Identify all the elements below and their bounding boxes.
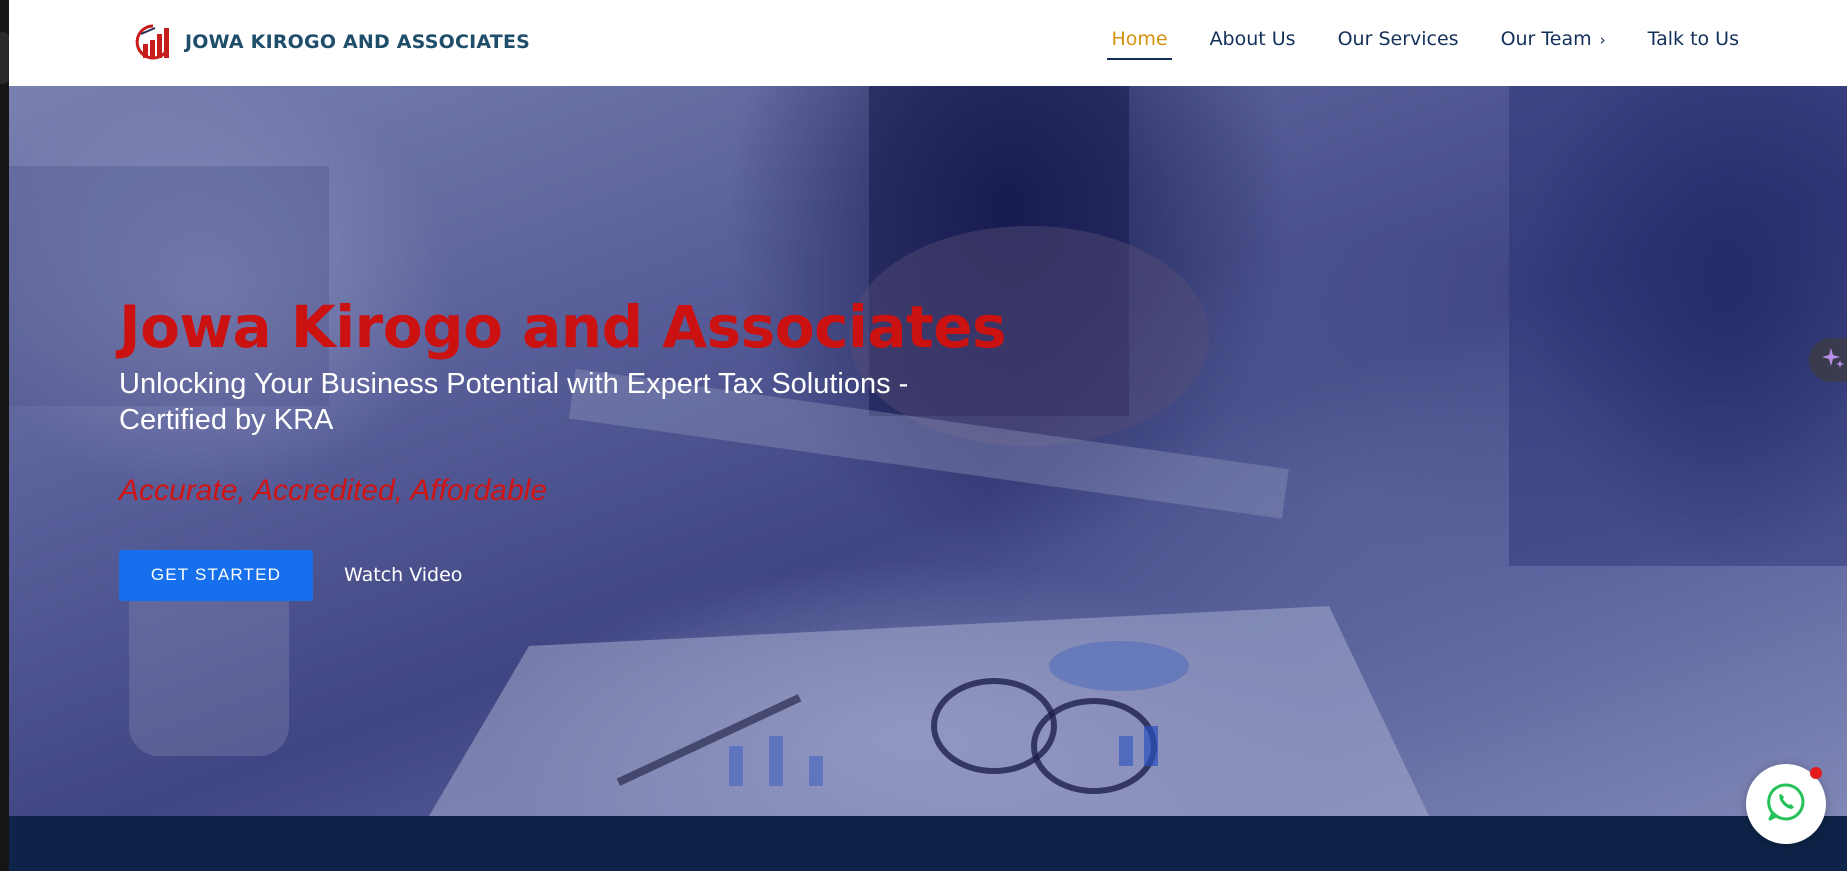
site-header: JOWA KIROGO AND ASSOCIATES Home About Us…	[9, 0, 1847, 86]
hero-subtitle: Unlocking Your Business Potential with E…	[119, 367, 909, 436]
side-assistant-tab[interactable]	[1809, 338, 1847, 382]
nav-our-services-label: Our Services	[1337, 28, 1459, 50]
watch-video-link[interactable]: Watch Video	[344, 564, 462, 586]
main-nav: Home About Us Our Services Our Team › Tal…	[1069, 28, 1739, 60]
chevron-right-icon: ›	[1599, 31, 1606, 49]
window-edge	[0, 0, 9, 871]
nav-about-us-label: About Us	[1209, 28, 1296, 50]
bar-chart-logo-icon	[133, 20, 173, 64]
sparkle-icon	[1821, 346, 1845, 375]
whatsapp-icon	[1765, 781, 1807, 828]
hero-actions: GET STARTED Watch Video	[119, 549, 1019, 601]
brand-logo-link[interactable]: JOWA KIROGO AND ASSOCIATES	[133, 20, 530, 64]
nav-talk-to-us-label: Talk to Us	[1647, 28, 1739, 50]
nav-our-services[interactable]: Our Services	[1338, 28, 1459, 60]
hero-tagline: Accurate, Accredited, Affordable	[119, 473, 547, 507]
web-page: JOWA KIROGO AND ASSOCIATES Home About Us…	[9, 0, 1847, 871]
nav-home-label: Home	[1111, 28, 1168, 50]
nav-home[interactable]: Home	[1107, 28, 1172, 60]
whatsapp-chat-button[interactable]	[1746, 764, 1826, 844]
notification-dot	[1810, 767, 1822, 779]
hero-content: Jowa Kirogo and Associates Unlocking You…	[119, 293, 1019, 601]
nav-talk-to-us[interactable]: Talk to Us	[1648, 28, 1739, 60]
nav-about-us[interactable]: About Us	[1210, 28, 1296, 60]
nav-our-team-label: Our Team	[1500, 28, 1592, 50]
window-edge-handle	[0, 32, 9, 84]
hero-section: Jowa Kirogo and Associates Unlocking You…	[9, 86, 1847, 816]
brand-name: JOWA KIROGO AND ASSOCIATES	[185, 31, 531, 53]
hero-title: Jowa Kirogo and Associates	[119, 293, 1007, 361]
nav-our-team[interactable]: Our Team ›	[1501, 28, 1606, 60]
section-band	[9, 816, 1847, 871]
get-started-button[interactable]: GET STARTED	[119, 549, 313, 601]
